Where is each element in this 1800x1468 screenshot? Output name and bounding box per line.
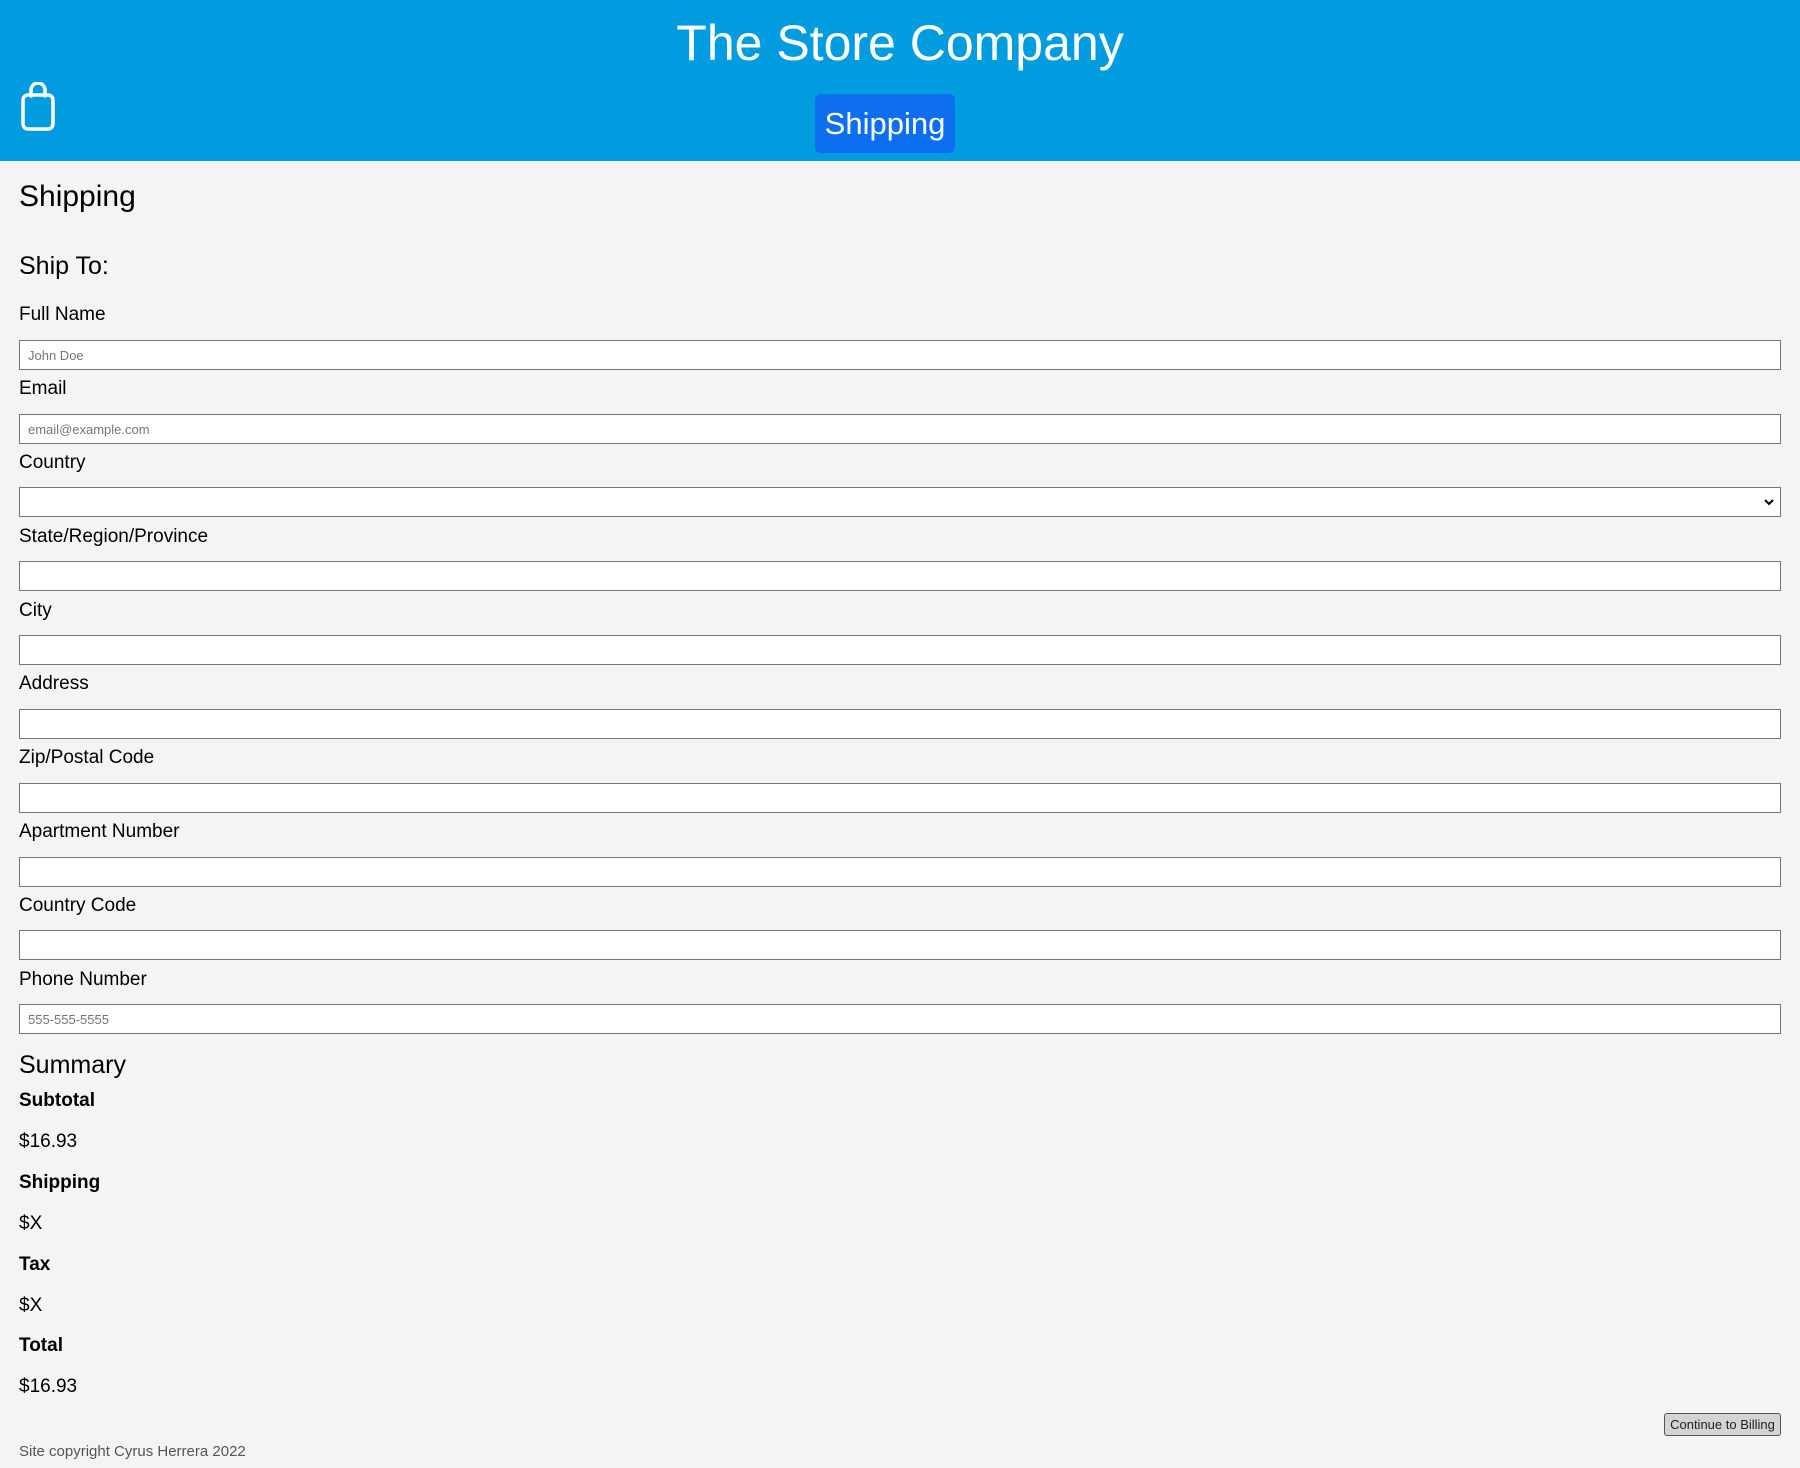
address-label: Address xyxy=(19,673,89,694)
zip-label: Zip/Postal Code xyxy=(19,747,155,768)
shipping-cost-label: Shipping xyxy=(19,1172,101,1193)
email-label: Email xyxy=(19,378,67,399)
state-label: State/Region/Province xyxy=(19,526,209,547)
country-label: Country xyxy=(19,452,86,473)
email-input[interactable] xyxy=(19,414,1781,444)
address-input[interactable] xyxy=(19,709,1781,739)
subtotal-label: Subtotal xyxy=(19,1090,95,1111)
phone-label: Phone Number xyxy=(19,969,147,990)
state-input[interactable] xyxy=(19,561,1781,591)
site-header: The Store Company Shipping xyxy=(0,0,1800,161)
phone-input[interactable] xyxy=(19,1004,1781,1034)
shipping-cost-value: $X xyxy=(19,1213,43,1234)
ship-to-heading: Ship To: xyxy=(19,252,109,280)
continue-to-billing-button[interactable]: Continue to Billing xyxy=(1664,1413,1781,1436)
country-code-label: Country Code xyxy=(19,895,137,916)
shopping-bag-icon[interactable] xyxy=(19,81,57,132)
nav-shipping-tab[interactable]: Shipping xyxy=(815,94,955,153)
city-input[interactable] xyxy=(19,635,1781,665)
apartment-input[interactable] xyxy=(19,857,1781,887)
total-value: $16.93 xyxy=(19,1376,78,1397)
total-label: Total xyxy=(19,1335,63,1356)
tax-label: Tax xyxy=(19,1254,51,1275)
footer-copyright: Site copyright Cyrus Herrera 2022 xyxy=(19,1443,246,1460)
country-select[interactable] xyxy=(19,487,1781,517)
tax-value: $X xyxy=(19,1295,43,1316)
page-title: Shipping xyxy=(19,180,136,213)
zip-input[interactable] xyxy=(19,783,1781,813)
subtotal-value: $16.93 xyxy=(19,1131,78,1152)
full-name-label: Full Name xyxy=(19,304,106,325)
country-code-input[interactable] xyxy=(19,930,1781,960)
site-title: The Store Company xyxy=(676,15,1124,71)
apartment-label: Apartment Number xyxy=(19,821,180,842)
summary-heading: Summary xyxy=(19,1051,126,1079)
full-name-input[interactable] xyxy=(19,340,1781,370)
city-label: City xyxy=(19,600,52,621)
